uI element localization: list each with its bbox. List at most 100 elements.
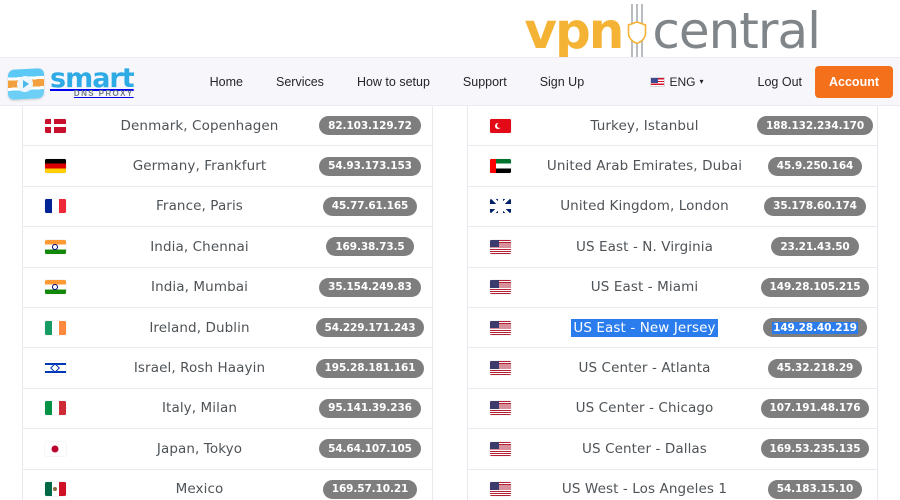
server-ip-badge[interactable]: 149.28.105.215 [760, 277, 870, 297]
server-ip-badge[interactable]: 95.141.39.236 [319, 398, 421, 418]
server-location[interactable]: United Arab Emirates, Dubai [532, 157, 757, 175]
turkey-flag-icon [489, 118, 511, 133]
server-ip-cell: 45.9.250.164 [757, 156, 877, 176]
server-ip-badge[interactable]: 45.32.218.29 [767, 358, 863, 378]
us-flag-icon [489, 401, 511, 416]
server-ip-badge[interactable]: 23.21.43.50 [771, 237, 859, 257]
us-flag-icon [489, 361, 511, 376]
server-location[interactable]: US Center - Atlanta [532, 359, 757, 377]
us-flag-icon [489, 280, 511, 295]
server-row[interactable]: US Center - Chicago 107.191.48.176 [468, 389, 877, 430]
server-ip-badge[interactable]: 82.103.129.72 [319, 116, 421, 136]
server-row[interactable]: Germany, Frankfurt 54.93.173.153 [23, 146, 432, 187]
nav-item-sign-up[interactable]: Sign Up [540, 75, 584, 89]
nav-item-support[interactable]: Support [463, 75, 507, 89]
server-flag-cell [468, 361, 532, 376]
denmark-flag-icon [44, 118, 66, 133]
server-ip-cell: 54.93.173.153 [312, 156, 432, 176]
server-row[interactable]: India, Chennai 169.38.73.5 [23, 227, 432, 268]
server-ip-badge[interactable]: 35.178.60.174 [764, 196, 866, 216]
shield-icon [624, 4, 650, 58]
us-flag-icon [489, 441, 511, 456]
nav-item-how-to-setup[interactable]: How to setup [357, 75, 430, 89]
server-location[interactable]: US East - Miami [532, 278, 757, 296]
account-button[interactable]: Account [815, 65, 893, 98]
server-ip-badge[interactable]: 107.191.48.176 [760, 398, 870, 418]
server-ip-badge[interactable]: 169.38.73.5 [326, 237, 414, 257]
server-location[interactable]: Turkey, Istanbul [532, 117, 757, 135]
server-location[interactable]: India, Chennai [87, 238, 312, 256]
server-ip-badge[interactable]: 149.28.40.219 [763, 318, 867, 338]
primary-nav: Home Services How to setup Support Sign … [210, 75, 585, 89]
server-location[interactable]: India, Mumbai [87, 278, 312, 296]
server-location[interactable]: US Center - Dallas [532, 440, 757, 458]
language-label: ENG [669, 74, 696, 89]
server-row[interactable]: United Arab Emirates, Dubai 45.9.250.164 [468, 146, 877, 187]
navbar-right-group: ENG ▾ Log Out Account [650, 65, 900, 98]
server-row[interactable]: Denmark, Copenhagen 82.103.129.72 [23, 106, 432, 147]
server-location[interactable]: US West - Los Angeles 1 [532, 480, 757, 498]
site-navbar: smart DNS PROXY Home Services How to set… [0, 57, 900, 106]
server-location[interactable]: Italy, Milan [87, 399, 312, 417]
server-row[interactable]: US Center - Atlanta 45.32.218.29 [468, 348, 877, 389]
mexico-flag-icon [44, 482, 66, 497]
server-location[interactable]: US Center - Chicago [532, 399, 757, 417]
server-location[interactable]: Mexico [87, 480, 312, 498]
server-flag-cell [23, 239, 87, 254]
server-ip-badge[interactable]: 54.229.171.243 [315, 318, 425, 338]
israel-flag-icon [44, 361, 66, 376]
brand-logo-link[interactable]: smart DNS PROXY [8, 65, 135, 100]
server-ip-badge[interactable]: 188.132.234.170 [756, 116, 874, 136]
server-row[interactable]: Turkey, Istanbul 188.132.234.170 [468, 106, 877, 147]
server-flag-cell [468, 401, 532, 416]
server-ip-badge[interactable]: 54.183.15.10 [767, 479, 863, 499]
nav-item-home[interactable]: Home [210, 75, 243, 89]
vpncentral-logo-vpn: vpn [524, 2, 624, 60]
play-icon [17, 75, 33, 92]
vpncentral-logo: vpn central [524, 2, 821, 60]
server-row[interactable]: US Center - Dallas 169.53.235.135 [468, 429, 877, 470]
server-ip-cell: 107.191.48.176 [757, 398, 877, 418]
server-ip-cell: 95.141.39.236 [312, 398, 432, 418]
server-location[interactable]: Denmark, Copenhagen [87, 117, 312, 135]
server-location[interactable]: Ireland, Dublin [87, 319, 312, 337]
italy-flag-icon [44, 401, 66, 416]
server-ip-badge[interactable]: 54.93.173.153 [319, 156, 421, 176]
server-ip-badge[interactable]: 169.57.10.21 [322, 479, 418, 499]
server-row[interactable]: US East - New Jersey 149.28.40.219 [468, 308, 877, 349]
logout-link[interactable]: Log Out [758, 75, 802, 89]
server-row[interactable]: Mexico 169.57.10.21 [23, 470, 432, 500]
server-row[interactable]: Japan, Tokyo 54.64.107.105 [23, 429, 432, 470]
server-location[interactable]: US East - N. Virginia [532, 238, 757, 256]
nav-item-services[interactable]: Services [276, 75, 324, 89]
server-ip-badge[interactable]: 45.77.61.165 [322, 196, 418, 216]
server-row[interactable]: Italy, Milan 95.141.39.236 [23, 389, 432, 430]
server-row[interactable]: Ireland, Dublin 54.229.171.243 [23, 308, 432, 349]
server-row[interactable]: India, Mumbai 35.154.249.83 [23, 268, 432, 308]
server-ip-badge[interactable]: 195.28.181.161 [315, 358, 425, 378]
server-ip-badge[interactable]: 35.154.249.83 [319, 277, 421, 297]
server-ip-badge[interactable]: 45.9.250.164 [767, 156, 863, 176]
language-selector[interactable]: ENG ▾ [650, 74, 704, 89]
server-row[interactable]: France, Paris 45.77.61.165 [23, 187, 432, 228]
server-ip-badge[interactable]: 54.64.107.105 [319, 439, 421, 459]
server-location[interactable]: France, Paris [87, 197, 312, 215]
server-row[interactable]: US West - Los Angeles 1 54.183.15.10 [468, 470, 877, 500]
japan-flag-icon [44, 441, 66, 456]
server-row[interactable]: US East - Miami 149.28.105.215 [468, 268, 877, 308]
server-row[interactable]: Israel, Rosh Haayin 195.28.181.161 [23, 348, 432, 389]
server-location[interactable]: US East - New Jersey [532, 318, 757, 337]
server-location[interactable]: United Kingdom, London [532, 197, 757, 215]
server-flag-cell [468, 199, 532, 214]
server-row[interactable]: United Kingdom, London 35.178.60.174 [468, 187, 877, 228]
server-ip-cell: 23.21.43.50 [757, 237, 877, 257]
server-ip-badge[interactable]: 169.53.235.135 [760, 439, 870, 459]
server-ip-cell: 54.64.107.105 [312, 439, 432, 459]
server-location[interactable]: Germany, Frankfurt [87, 157, 312, 175]
server-row[interactable]: US East - N. Virginia 23.21.43.50 [468, 227, 877, 268]
india-flag-icon [44, 280, 66, 295]
server-location[interactable]: Japan, Tokyo [87, 440, 312, 458]
us-flag-icon [489, 482, 511, 497]
server-location[interactable]: Israel, Rosh Haayin [87, 359, 312, 377]
server-flag-cell [23, 361, 87, 376]
